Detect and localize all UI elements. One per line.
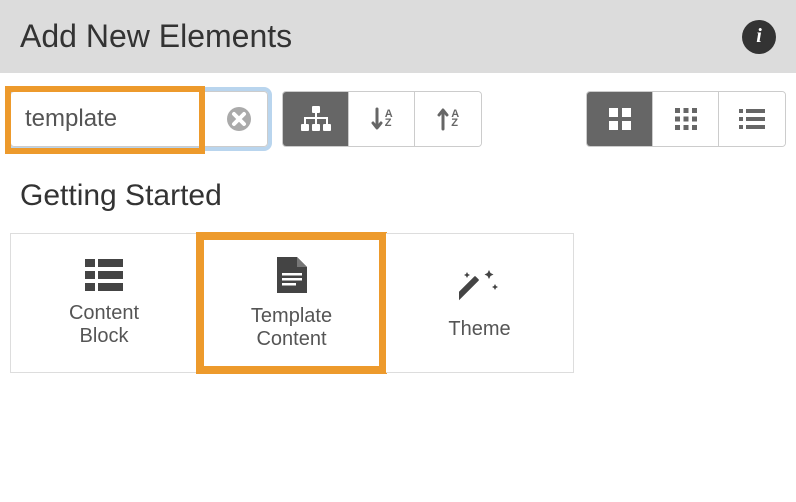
large-grid-view-button[interactable]	[587, 92, 653, 146]
document-icon	[275, 255, 309, 295]
sort-group: A Z A Z	[282, 91, 482, 147]
toolbar: A Z A Z	[0, 73, 796, 165]
card-highlight	[196, 232, 387, 374]
info-icon[interactable]: i	[742, 20, 776, 54]
page-title: Add New Elements	[20, 18, 292, 55]
card-template-content[interactable]: Template Content	[198, 233, 386, 373]
search-input[interactable]	[11, 92, 211, 146]
sort-desc-button[interactable]: A Z	[415, 92, 481, 146]
sort-asc-label: A Z	[385, 110, 392, 129]
list-icon	[738, 108, 766, 130]
card-row: Content Block Template Content Theme	[0, 233, 796, 373]
small-grid-icon	[673, 106, 699, 132]
sort-asc-button[interactable]: A Z	[349, 92, 415, 146]
card-content-block[interactable]: Content Block	[10, 233, 198, 373]
card-label: Content Block	[69, 302, 139, 348]
content-block-icon	[84, 258, 124, 292]
small-grid-view-button[interactable]	[653, 92, 719, 146]
view-group	[586, 91, 786, 147]
large-grid-icon	[607, 106, 633, 132]
close-circle-icon	[226, 106, 252, 132]
search-wrap	[10, 91, 268, 147]
clear-search-button[interactable]	[211, 92, 267, 146]
section-title: Getting Started	[0, 165, 796, 233]
hierarchy-icon	[300, 105, 332, 133]
hierarchy-sort-button[interactable]	[283, 92, 349, 146]
sort-desc-label: A Z	[451, 110, 458, 129]
header: Add New Elements i	[0, 0, 796, 73]
arrow-up-icon	[437, 107, 449, 131]
wand-icon	[459, 266, 501, 308]
card-label: Template Content	[251, 305, 332, 351]
card-label: Theme	[448, 318, 510, 341]
list-view-button[interactable]	[719, 92, 785, 146]
arrow-down-icon	[371, 107, 383, 131]
card-theme[interactable]: Theme	[386, 233, 574, 373]
